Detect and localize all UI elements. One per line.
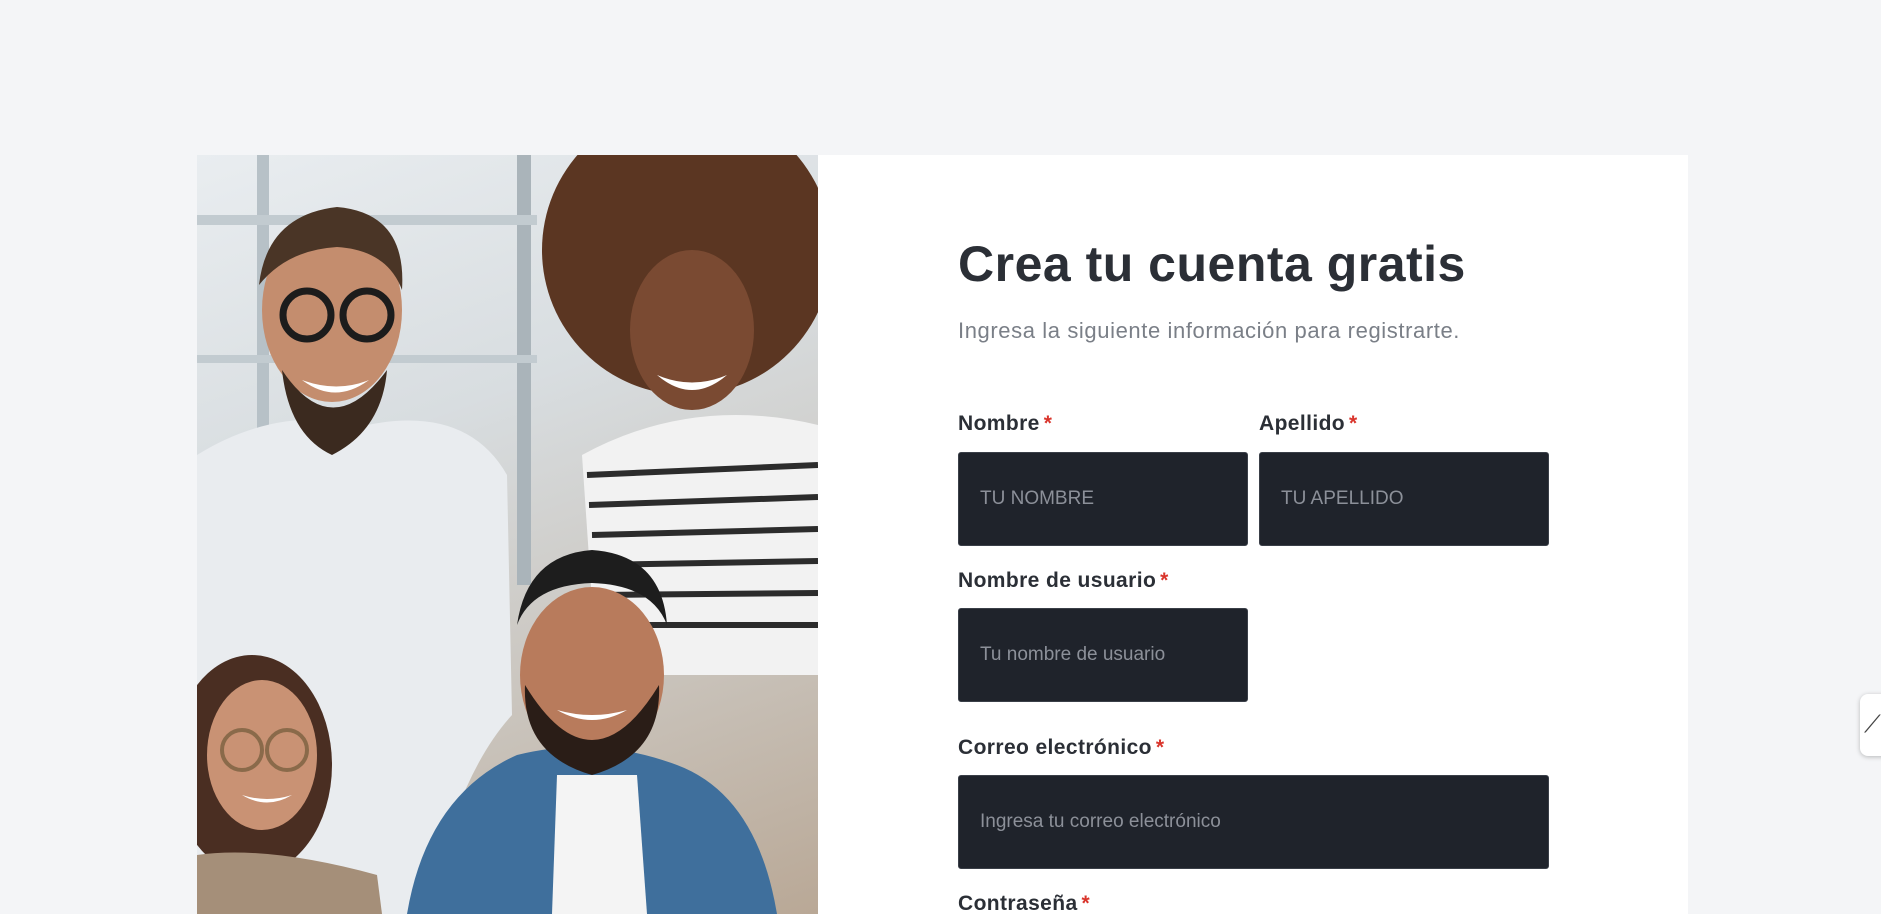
page-title: Crea tu cuenta gratis — [958, 236, 1466, 292]
signup-form: Crea tu cuenta gratis Ingresa la siguien… — [958, 155, 1578, 914]
required-marker: * — [1155, 736, 1165, 759]
first-name-label: Nombre * — [958, 412, 1052, 436]
username-label: Nombre de usuario * — [958, 569, 1169, 593]
required-marker: * — [1043, 412, 1053, 435]
signup-card: Crea tu cuenta gratis Ingresa la siguien… — [197, 155, 1688, 914]
page-subtitle: Ingresa la siguiente información para re… — [958, 318, 1461, 343]
first-name-input[interactable] — [958, 452, 1248, 546]
required-marker: * — [1081, 892, 1091, 914]
username-input[interactable] — [958, 608, 1248, 702]
chart-trend-icon: ⟋ — [1864, 710, 1881, 738]
required-marker: * — [1160, 569, 1169, 592]
first-name-label-text: Nombre — [958, 412, 1040, 435]
email-label-text: Correo electrónico — [958, 736, 1152, 759]
email-input[interactable] — [958, 775, 1549, 869]
last-name-label: Apellido * — [1259, 412, 1358, 436]
password-label: Contraseña * — [958, 892, 1090, 914]
last-name-input[interactable] — [1259, 452, 1549, 546]
email-label: Correo electrónico * — [958, 736, 1165, 760]
last-name-label-text: Apellido — [1259, 412, 1346, 435]
floating-side-tab[interactable]: ⟋ — [1860, 694, 1881, 756]
required-marker: * — [1349, 412, 1358, 435]
username-label-text: Nombre de usuario — [958, 569, 1157, 592]
team-photo — [197, 155, 818, 914]
password-label-text: Contraseña — [958, 892, 1078, 914]
